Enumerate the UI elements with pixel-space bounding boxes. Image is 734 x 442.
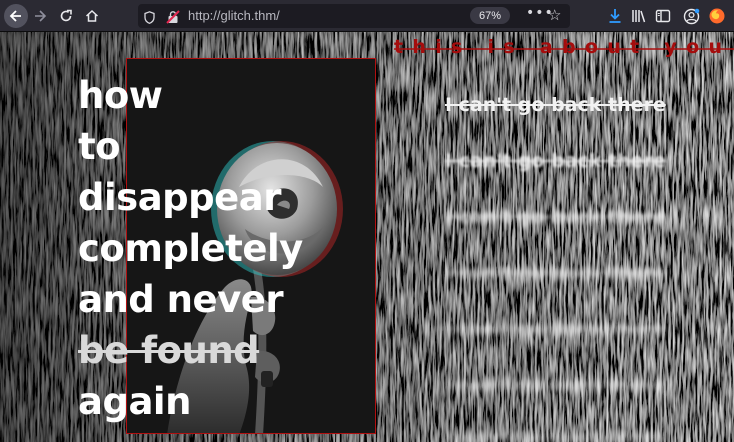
heading-line-7: again xyxy=(78,380,191,423)
heading-line-3: disappear xyxy=(78,176,281,219)
browser-toolbar: http://glitch.thm/ 67% ••• ☆ xyxy=(0,0,734,32)
heading-line-5: and never xyxy=(78,278,284,321)
library-icon[interactable] xyxy=(628,5,650,27)
web-page: how to disappear completely and never be… xyxy=(0,32,734,442)
repeated-line-5: I can't go back there xyxy=(445,318,666,340)
repeated-line-1: I can't go back there xyxy=(445,94,666,116)
lock-slash-icon[interactable] xyxy=(166,9,180,24)
zoom-level-badge[interactable]: 67% xyxy=(470,7,510,24)
repeated-line-3: I can't go back there xyxy=(445,206,666,228)
sidebar-icon[interactable] xyxy=(652,5,674,27)
account-icon[interactable] xyxy=(680,5,702,27)
firefox-fox-icon[interactable] xyxy=(706,5,728,27)
repeated-line-7: I can't go back there xyxy=(445,426,666,442)
heading-line-4: completely xyxy=(78,227,303,270)
repeated-line-2: I can't go back there xyxy=(445,150,666,172)
home-icon[interactable] xyxy=(80,4,104,28)
arrow-right-icon[interactable] xyxy=(28,4,52,28)
heading-line-struck: be found xyxy=(78,329,260,372)
arrow-left-icon[interactable] xyxy=(4,4,28,28)
download-arrow-icon[interactable] xyxy=(604,5,626,27)
address-bar[interactable]: http://glitch.thm/ 67% ••• ☆ xyxy=(138,4,570,28)
shield-icon[interactable] xyxy=(144,9,155,25)
star-icon[interactable]: ☆ xyxy=(548,6,561,24)
repeated-line-6: I can't go back there xyxy=(445,374,666,396)
main-heading: how to disappear completely and never be… xyxy=(78,70,303,427)
tagline: this is about you xyxy=(394,36,734,58)
heading-line-1: how xyxy=(78,74,163,117)
url-text[interactable]: http://glitch.thm/ xyxy=(188,8,280,23)
repeated-line-4: I can't go back there xyxy=(445,262,666,284)
heading-line-2: to xyxy=(78,125,121,168)
reload-icon[interactable] xyxy=(54,4,78,28)
